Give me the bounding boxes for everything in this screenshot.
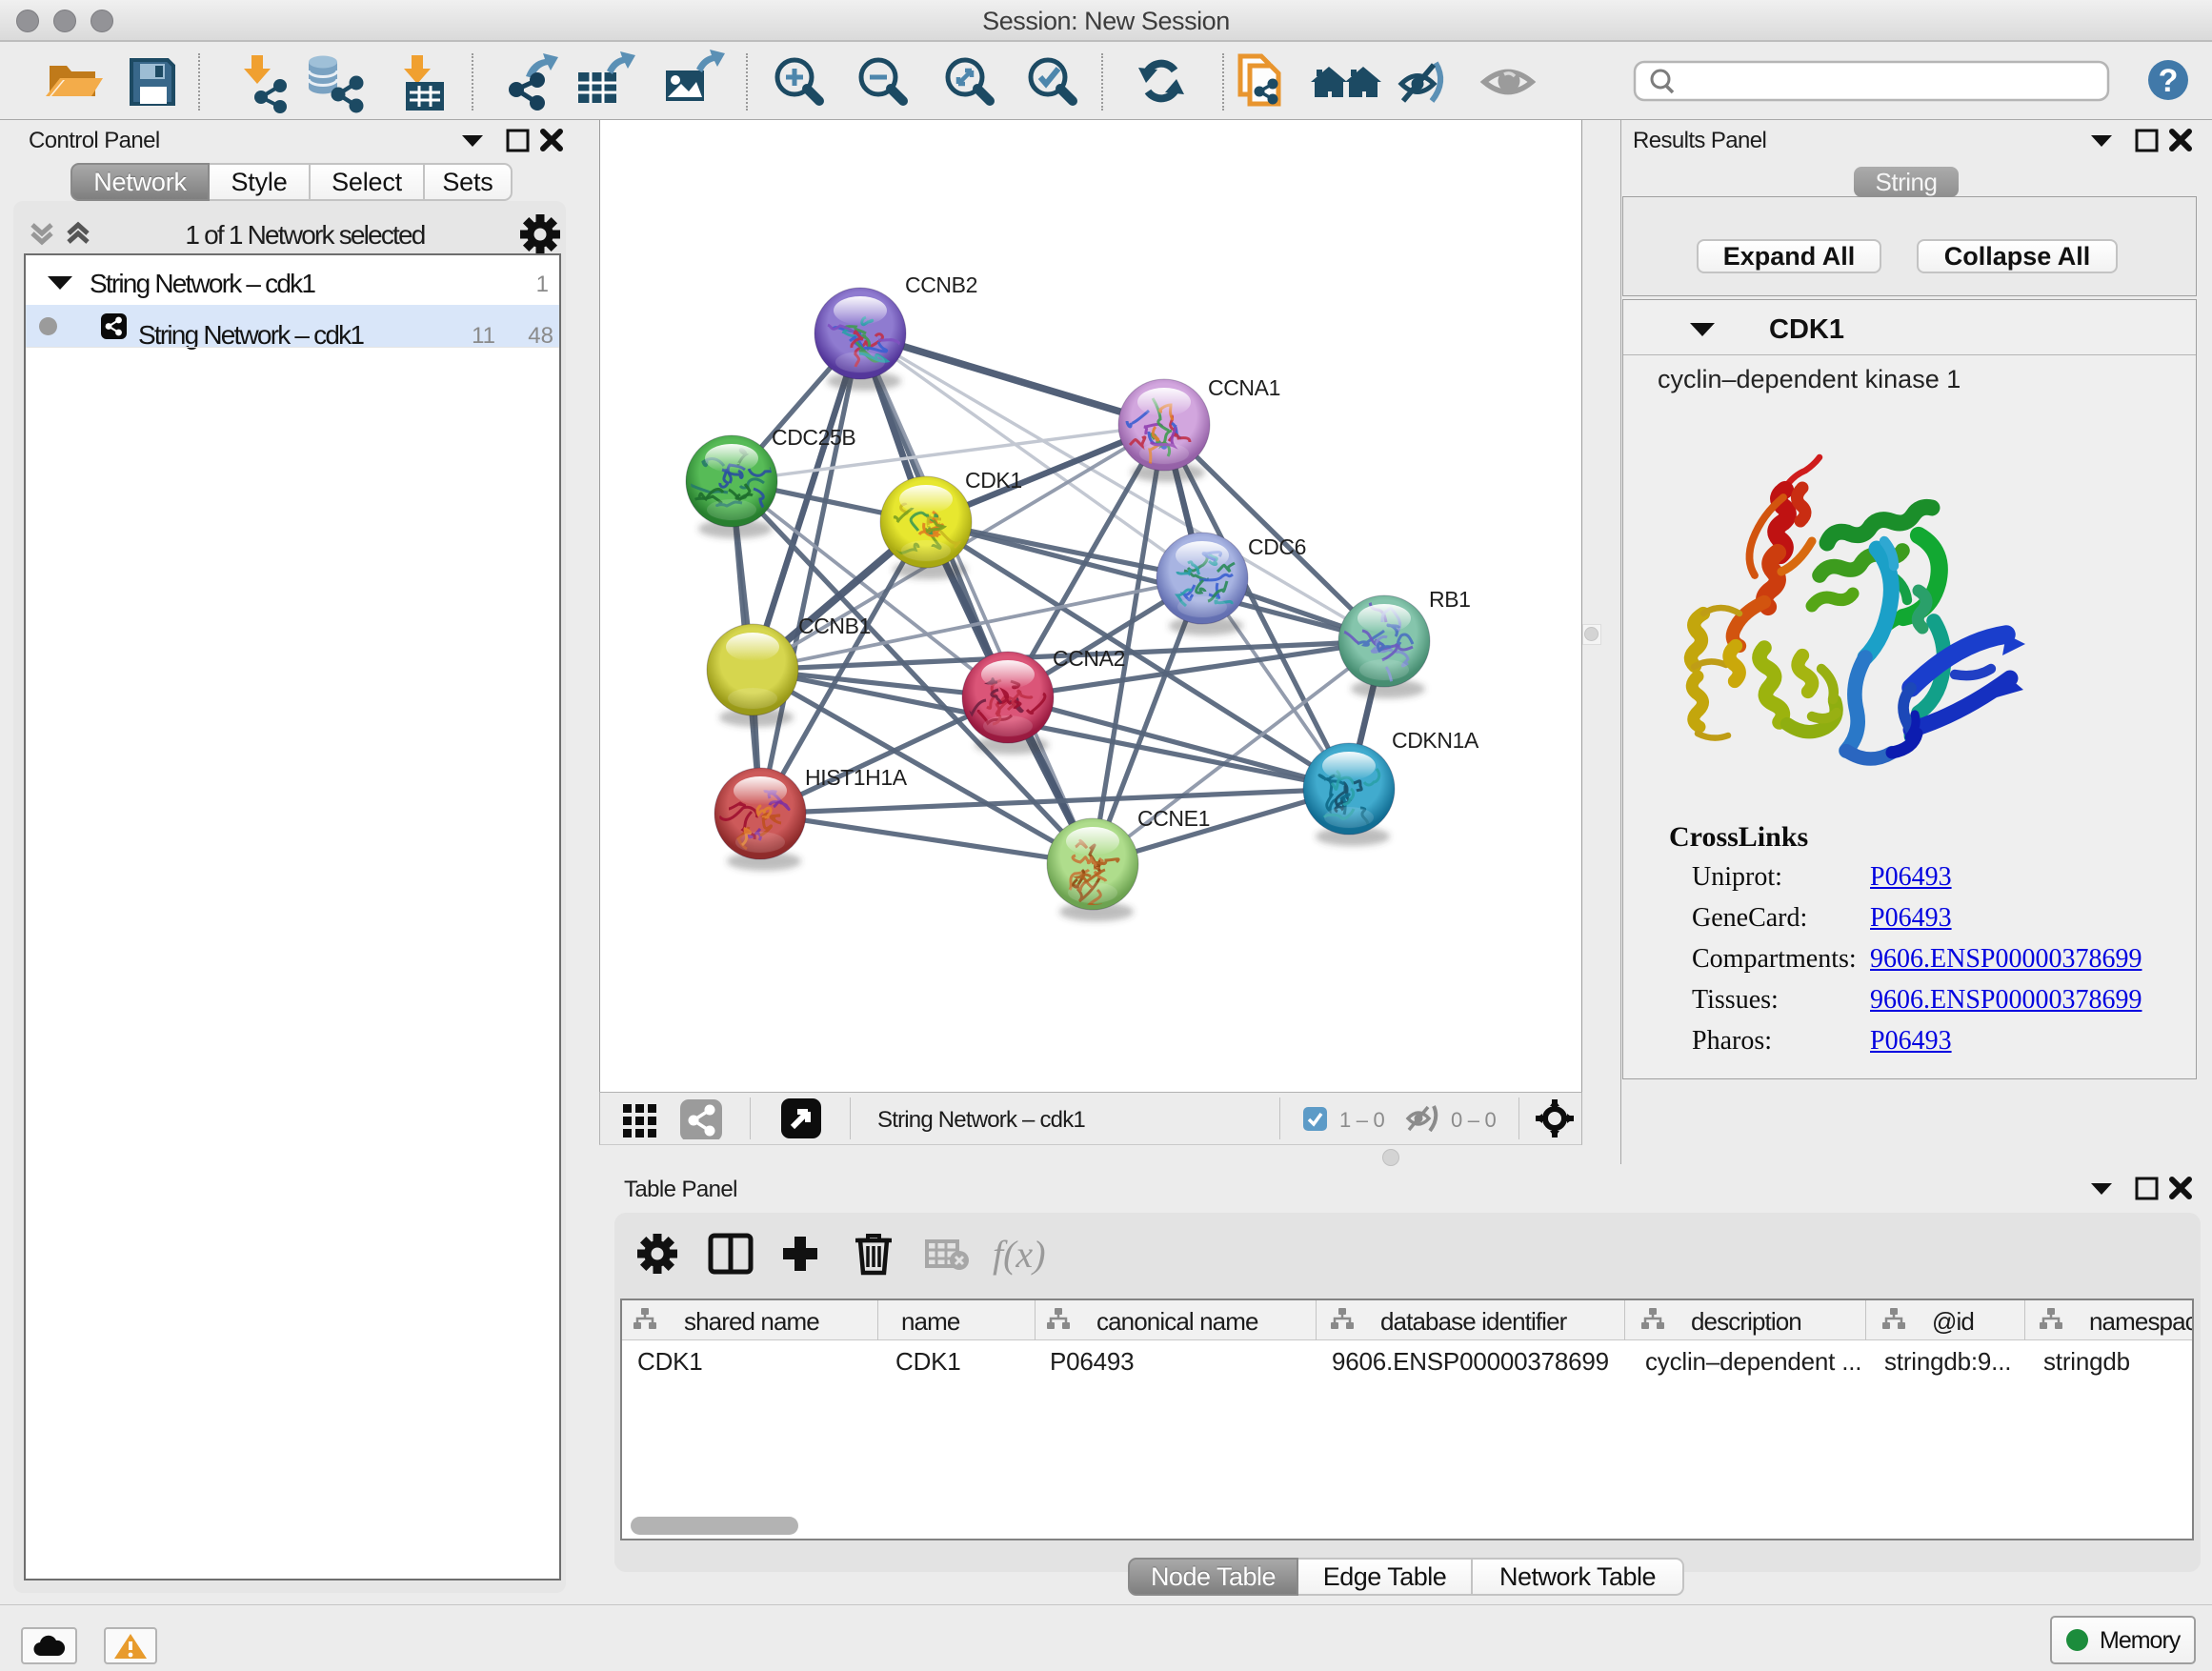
svg-text:HIST1H1A: HIST1H1A [805, 765, 908, 790]
svg-text:CCNA2: CCNA2 [1053, 646, 1125, 671]
svg-text:CCNB2: CCNB2 [905, 272, 977, 297]
svg-text:CDC25B: CDC25B [772, 425, 855, 450]
svg-text:?: ? [2159, 63, 2179, 99]
svg-text:CCNA1: CCNA1 [1208, 375, 1280, 400]
svg-text:CCNE1: CCNE1 [1137, 806, 1210, 831]
svg-text:RB1: RB1 [1429, 587, 1471, 612]
svg-text:CDKN1A: CDKN1A [1392, 728, 1479, 753]
svg-text:CDK1: CDK1 [965, 468, 1022, 493]
svg-text:CCNB1: CCNB1 [798, 614, 871, 638]
svg-text:f(x): f(x) [993, 1233, 1046, 1276]
svg-text:CDC6: CDC6 [1248, 534, 1306, 559]
